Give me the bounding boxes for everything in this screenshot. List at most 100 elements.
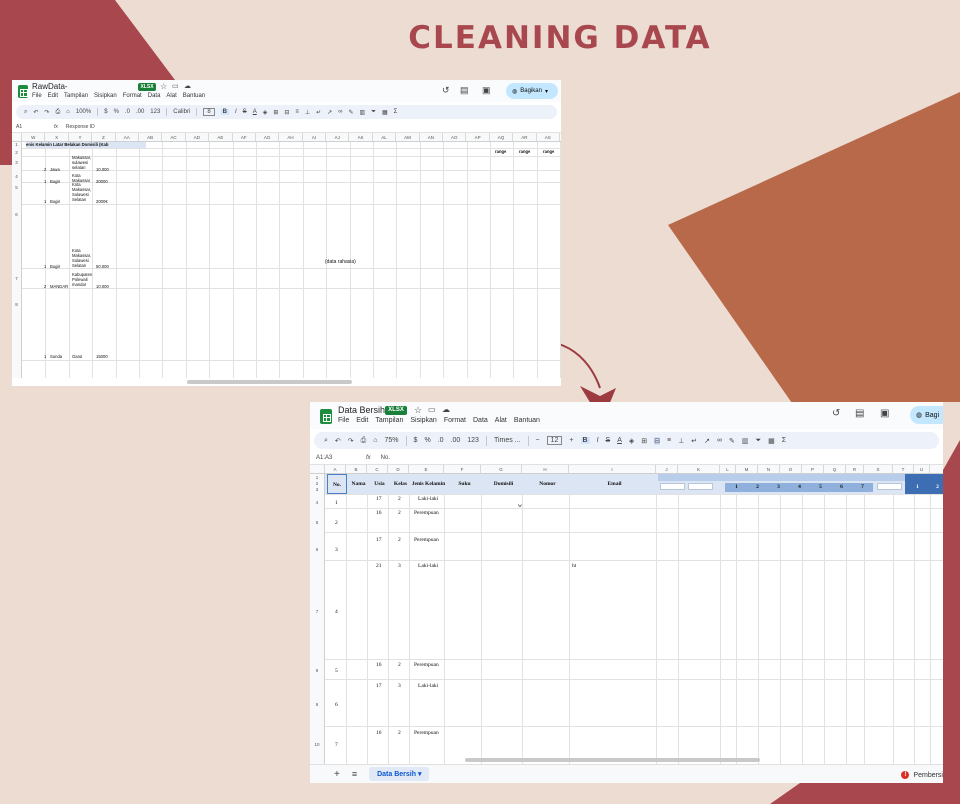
row-header-5[interactable]: 5 (310, 520, 324, 525)
column-header-as[interactable]: AS (537, 133, 560, 141)
filter-icon[interactable]: ⏷ (755, 437, 761, 445)
column-header-z[interactable]: Z (92, 133, 116, 141)
column-header-ap[interactable]: AP (466, 133, 490, 141)
merge-icon[interactable]: ⊟ (654, 436, 660, 445)
column-header-o[interactable]: O (780, 465, 802, 473)
align-icon[interactable]: ≡ (667, 437, 671, 444)
filter-views-icon[interactable]: ▦ (768, 437, 775, 445)
column-header-g[interactable]: G (481, 465, 522, 473)
all-sheets-icon[interactable]: ≡ (352, 769, 357, 779)
column-header-ad[interactable]: AD (186, 133, 210, 141)
share-button[interactable]: ◍ Bagi (910, 406, 943, 424)
row-header-7[interactable]: 7 (310, 609, 324, 614)
column-header-j[interactable]: J (656, 465, 678, 473)
sheets-logo-icon[interactable] (320, 409, 332, 424)
filter-views-icon[interactable]: ▦ (382, 109, 388, 116)
row-header-6[interactable]: 6 (12, 212, 21, 217)
formula-input[interactable]: No. (381, 455, 390, 461)
column-header-l[interactable]: L (720, 465, 736, 473)
meet-icon[interactable]: ▣ (482, 85, 491, 96)
column-header-k[interactable]: K (678, 465, 720, 473)
undo-icon[interactable]: ↶ (335, 437, 341, 445)
menu-tools[interactable]: Alat (166, 93, 176, 99)
menu-data[interactable]: Data (473, 417, 488, 424)
add-sheet-icon[interactable]: + (334, 769, 340, 780)
column-header-ao[interactable]: AO (443, 133, 467, 141)
search-menu-icon[interactable]: ⌕ (24, 109, 27, 116)
row-header-4[interactable]: 4 (310, 500, 324, 505)
percent-button[interactable]: % (424, 437, 430, 444)
italic-icon[interactable]: I (597, 437, 599, 444)
column-header-aj[interactable]: AJ (326, 133, 350, 141)
font-size-input[interactable]: 12 (546, 436, 563, 445)
row-header-7[interactable]: 7 (12, 276, 21, 281)
font-select[interactable]: Times ... (494, 437, 521, 444)
zoom-select[interactable]: 75% (385, 437, 399, 444)
clean-doc-name[interactable]: Data Bersih (338, 405, 385, 415)
decrease-decimal-icon[interactable]: .0 (125, 109, 130, 115)
menu-insert[interactable]: Sisipkan (410, 417, 436, 424)
font-select[interactable]: Calibri (173, 109, 190, 115)
column-header-ag[interactable]: AG (256, 133, 280, 141)
raw-grid[interactable]: enis Kelamin Latar Belakan Domisili (Kab… (22, 142, 561, 378)
fill-color-icon[interactable]: ◈ (263, 109, 268, 116)
print-icon[interactable]: ⎙ (361, 437, 367, 445)
menu-edit[interactable]: Edit (48, 93, 58, 99)
history-icon[interactable]: ↺ (442, 85, 450, 96)
menu-format[interactable]: Format (123, 93, 142, 99)
merge-icon[interactable]: ⊟ (284, 109, 289, 116)
column-header-w[interactable]: W (22, 133, 46, 141)
row-header-3[interactable]: 3 (310, 487, 324, 492)
column-header-e[interactable]: E (409, 465, 444, 473)
clean-grid[interactable]: No. Nama Usia Kelas Jenis Kelamin Suku D… (325, 474, 943, 764)
column-header-t[interactable]: T (893, 465, 914, 473)
name-box[interactable]: A1:A3 (316, 455, 356, 461)
increase-decimal-icon[interactable]: .00 (136, 109, 144, 115)
fill-color-icon[interactable]: ◈ (629, 437, 634, 445)
column-header-u[interactable]: U (914, 465, 930, 473)
rotate-icon[interactable]: ↗ (327, 109, 332, 116)
borders-icon[interactable]: ⊞ (641, 437, 647, 445)
increase-font-icon[interactable]: + (569, 437, 573, 444)
meet-icon[interactable]: ▣ (880, 408, 889, 419)
comment-icon[interactable]: ▤ (460, 85, 469, 96)
valign-icon[interactable]: ⊥ (678, 437, 684, 445)
strikethrough-icon[interactable]: S (606, 437, 611, 444)
column-header-ak[interactable]: AK (349, 133, 373, 141)
undo-icon[interactable]: ↶ (33, 109, 38, 116)
column-header-s[interactable]: S (864, 465, 893, 473)
bold-icon[interactable]: B (220, 109, 229, 115)
formula-input[interactable]: Response ID (66, 124, 95, 130)
history-icon[interactable]: ↺ (832, 408, 840, 419)
folder-icon[interactable]: ▭ (428, 405, 436, 414)
menu-file[interactable]: File (338, 417, 349, 424)
currency-button[interactable]: $ (414, 437, 418, 444)
percent-button[interactable]: % (114, 109, 119, 115)
text-color-icon[interactable]: A (617, 437, 622, 444)
column-header-n[interactable]: N (758, 465, 780, 473)
star-icon[interactable]: ☆ (160, 82, 167, 91)
decrease-decimal-icon[interactable]: .0 (438, 437, 444, 444)
menu-format[interactable]: Format (444, 417, 466, 424)
row-header-3[interactable]: 3 (12, 160, 21, 165)
zoom-select[interactable]: 100% (76, 109, 91, 115)
column-header-h[interactable]: H (522, 465, 569, 473)
bold-icon[interactable]: B (580, 437, 590, 444)
column-header-r[interactable]: R (846, 465, 864, 473)
star-icon[interactable]: ☆ (414, 405, 422, 416)
paint-format-icon[interactable]: ⌂ (373, 437, 377, 444)
share-button[interactable]: ◍ Bagikan ▾ (506, 83, 558, 99)
borders-icon[interactable]: ⊞ (273, 109, 278, 116)
raw-horizontal-scrollbar[interactable] (187, 380, 352, 384)
menu-view[interactable]: Tampilan (64, 93, 88, 99)
row-header-1[interactable]: 1 (12, 142, 21, 147)
column-header-c[interactable]: C (367, 465, 388, 473)
row-header-4[interactable]: 4 (12, 174, 21, 179)
column-header-m[interactable]: M (736, 465, 758, 473)
comment-add-icon[interactable]: ✎ (348, 109, 353, 116)
comment-icon[interactable]: ▤ (855, 408, 864, 419)
status-indicator[interactable]: ! Pembersi (901, 771, 943, 779)
row-header-9[interactable]: 9 (310, 702, 324, 707)
strikethrough-icon[interactable]: S (243, 109, 247, 115)
functions-icon[interactable]: Σ (394, 109, 398, 115)
